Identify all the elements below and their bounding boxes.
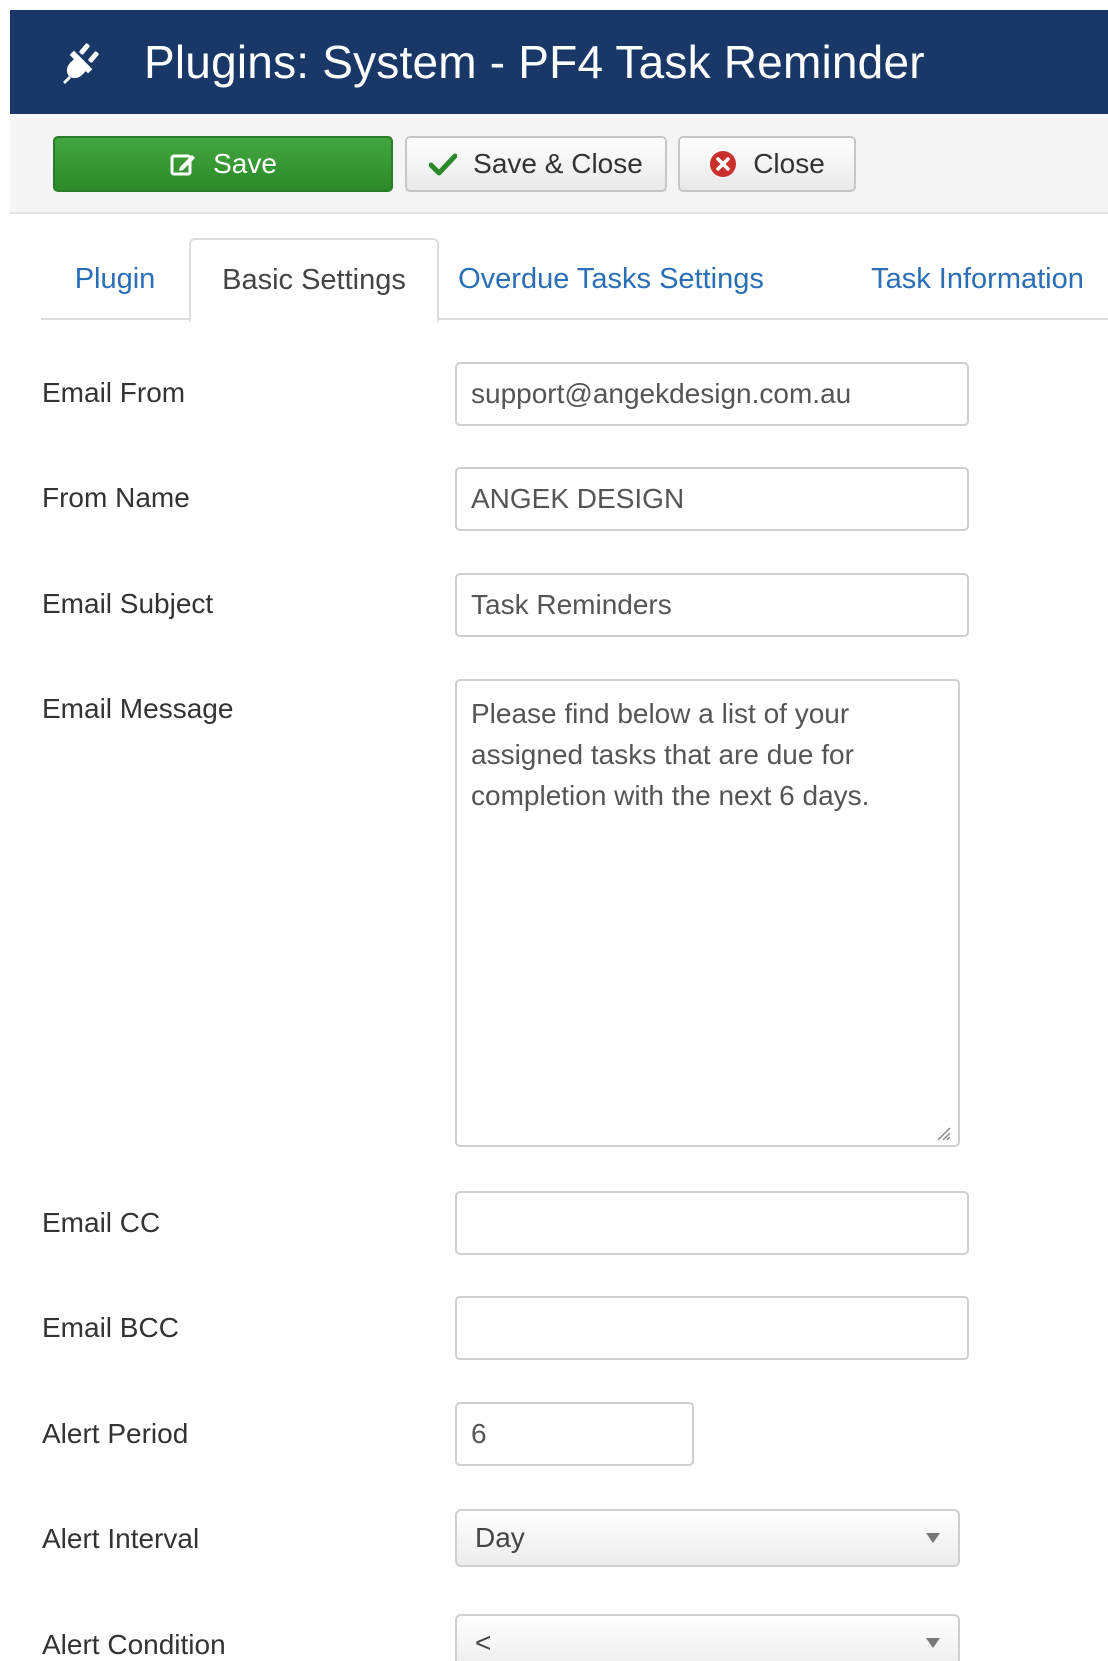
chevron-down-icon [926, 1638, 940, 1648]
alert-period-label: Alert Period [42, 1418, 189, 1449]
from-name-input[interactable] [455, 467, 969, 531]
tab-task-information[interactable]: Task Information [847, 238, 1108, 320]
from-name-label: From Name [42, 482, 190, 513]
close-label: Close [753, 148, 825, 179]
page-title: Plugins: System - PF4 Task Reminder [144, 36, 925, 88]
close-icon [709, 150, 737, 178]
email-cc-input[interactable] [455, 1191, 969, 1255]
checkmark-icon [429, 152, 458, 176]
page: Plugins: System - PF4 Task Reminder Save… [0, 0, 1108, 1661]
email-subject-label: Email Subject [42, 588, 214, 619]
alert-interval-select[interactable]: Day [455, 1509, 960, 1567]
email-cc-label: Email CC [42, 1207, 161, 1238]
email-bcc-input[interactable] [455, 1296, 969, 1360]
alert-interval-value: Day [475, 1522, 525, 1553]
resize-handle-icon[interactable] [932, 1122, 952, 1142]
tab-overdue-tasks-settings[interactable]: Overdue Tasks Settings [451, 238, 771, 320]
edit-icon [169, 150, 197, 178]
save-and-close-button[interactable]: Save & Close [405, 136, 667, 192]
email-subject-input[interactable] [455, 573, 969, 637]
tab-basic-settings[interactable]: Basic Settings [189, 238, 439, 322]
email-from-input[interactable] [455, 362, 969, 426]
email-bcc-label: Email BCC [42, 1312, 179, 1343]
alert-condition-value: < [475, 1627, 492, 1658]
tab-plugin[interactable]: Plugin [41, 238, 189, 320]
toolbar: Save Save & Close Close [10, 114, 1108, 214]
page-header: Plugins: System - PF4 Task Reminder [10, 10, 1108, 114]
save-and-close-label: Save & Close [473, 148, 643, 179]
save-label: Save [213, 148, 277, 179]
settings-tabs: Plugin Basic Settings Overdue Tasks Sett… [41, 238, 1108, 322]
alert-interval-label: Alert Interval [42, 1523, 200, 1554]
plug-icon [60, 38, 108, 86]
email-message-label: Email Message [42, 693, 234, 724]
alert-period-input[interactable] [455, 1402, 694, 1466]
alert-condition-label: Alert Condition [42, 1629, 226, 1660]
alert-condition-select[interactable]: < [455, 1614, 960, 1661]
close-button[interactable]: Close [678, 136, 856, 192]
email-from-label: Email From [42, 377, 186, 408]
chevron-down-icon [926, 1533, 940, 1543]
email-message-textarea[interactable]: Please find below a list of your assigne… [455, 679, 960, 1147]
save-button[interactable]: Save [53, 136, 393, 192]
